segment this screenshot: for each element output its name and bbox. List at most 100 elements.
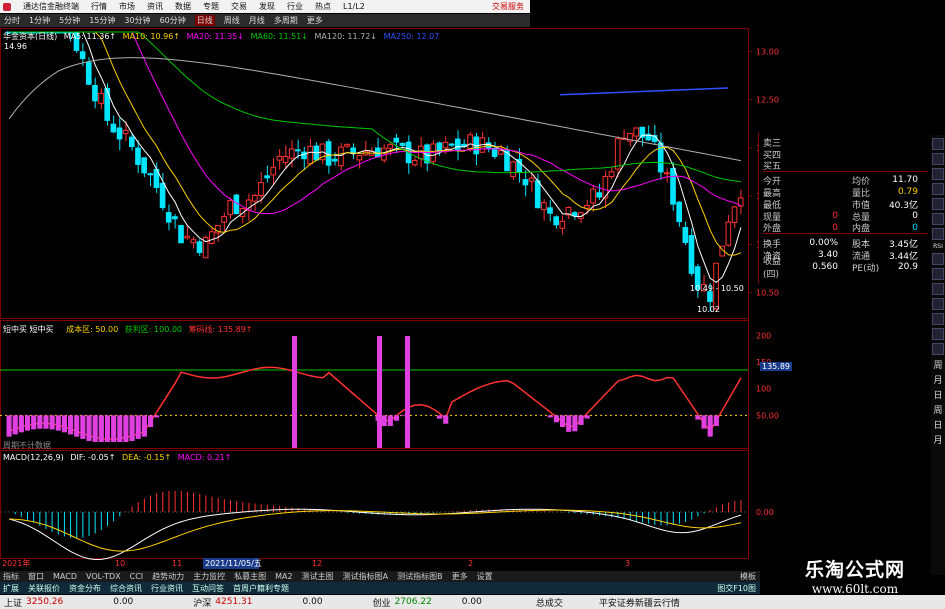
sh-index-change: 0.00 — [113, 597, 134, 607]
candle-body — [110, 123, 117, 133]
period-tool[interactable]: 日 — [931, 418, 945, 431]
tool-icon[interactable] — [932, 298, 944, 310]
candle-body — [116, 127, 123, 140]
candle-body — [510, 161, 516, 178]
info-tab[interactable]: 互动问答 — [192, 583, 224, 594]
candle-body — [725, 221, 732, 246]
quote-row: 最低 市值 40.3亿 — [763, 200, 918, 211]
template-tab[interactable]: 模板 — [740, 571, 760, 582]
tool-icon[interactable] — [932, 283, 944, 295]
tool-icon[interactable] — [932, 138, 944, 150]
info-tab[interactable]: 综合资讯 — [110, 583, 142, 594]
info-tab[interactable]: 关联报价 — [28, 583, 60, 594]
info-tab[interactable]: 扩展 — [3, 583, 19, 594]
period-tool[interactable]: 月 — [931, 373, 945, 386]
info-tab[interactable]: 行业资讯 — [151, 583, 183, 594]
candle-body — [288, 148, 295, 159]
candle-body — [688, 235, 695, 274]
candle-body — [122, 129, 129, 135]
ma-line — [9, 31, 741, 183]
indicator-tab[interactable]: 测试指标图A — [343, 571, 388, 582]
profit-label: 获利区: 100.00 — [124, 325, 183, 334]
tool-icon[interactable] — [932, 168, 944, 180]
dif-line — [8, 508, 742, 561]
indicator-tab[interactable]: MACD — [53, 572, 77, 581]
cost-label: 成本区: 50.00 — [66, 325, 119, 334]
tool-icon[interactable] — [932, 253, 944, 265]
tool-icon[interactable] — [932, 268, 944, 280]
dea-line — [9, 509, 742, 552]
indicator-tab[interactable]: MA2 — [275, 572, 292, 581]
candle-body — [651, 135, 658, 142]
candle-body — [104, 88, 111, 121]
low-price-label: 10.02 — [697, 305, 720, 314]
candle-body — [331, 158, 338, 162]
period-tool[interactable]: 日 — [931, 388, 945, 401]
period-tool[interactable]: 月 — [931, 433, 945, 446]
indicator-tab[interactable]: 指标 — [3, 571, 19, 582]
kline-chart[interactable]: 13.0012.5012.0011.5011.0010.50 200150100… — [0, 0, 945, 570]
tool-icon[interactable] — [932, 328, 944, 340]
sh-index-label[interactable]: 上证 — [4, 596, 22, 609]
tool-icon[interactable] — [932, 153, 944, 165]
candle-body — [590, 188, 596, 204]
indicator-tab[interactable]: 窗口 — [28, 571, 44, 582]
time-axis-label: 2 — [468, 559, 473, 568]
sh-index-value: 3250.26 — [26, 597, 64, 607]
ma10-label: MA10: 10.96↑ — [122, 32, 181, 41]
indicator-tab[interactable]: 更多 — [452, 571, 468, 582]
cy-index-change: 0.00 — [461, 597, 482, 607]
candle-body — [301, 151, 307, 160]
right-toolbar: RSI 周 月 日 周 日 月 — [931, 135, 945, 575]
info-tab[interactable]: 资金分布 — [69, 583, 101, 594]
sz-index-label[interactable]: 沪深 — [193, 596, 211, 609]
time-axis-label: 2021年 — [2, 558, 30, 568]
period-tool[interactable]: 周 — [931, 358, 945, 371]
tool-icon[interactable] — [932, 198, 944, 210]
f10-tab[interactable]: 图交F10图 — [717, 583, 760, 594]
candle-body — [393, 137, 400, 143]
range-label: 10.49 - 10.50 — [690, 284, 744, 293]
candle-body — [731, 206, 738, 223]
macd-value: MACD: 0.21↑ — [177, 453, 232, 462]
candle-body — [528, 177, 535, 182]
indicator-tab[interactable]: 测试指标图B — [397, 571, 443, 582]
tool-icon[interactable] — [932, 213, 944, 225]
candle-body — [387, 144, 393, 149]
indicator-tab[interactable]: 主力监控 — [193, 571, 225, 582]
indicator-tab[interactable]: 测试主图 — [302, 571, 334, 582]
indicator-tab[interactable]: 私募主图 — [234, 571, 266, 582]
bid-row: 买五 — [763, 160, 928, 172]
period-tool[interactable]: 周 — [931, 403, 945, 416]
tool-icon[interactable] — [932, 313, 944, 325]
rsi-tool[interactable]: RSI — [931, 243, 945, 250]
indicator-tab[interactable]: CCI — [130, 572, 144, 581]
indicator-tab[interactable]: 趋势动力 — [152, 571, 184, 582]
candle-body — [522, 179, 529, 186]
candle-body — [664, 172, 670, 175]
ma5-label: MA5: 11.36↑ — [63, 32, 117, 41]
tool-icon[interactable] — [932, 183, 944, 195]
indicator-tab[interactable]: 设置 — [477, 571, 493, 582]
ma120-label: MA120: 11.72↓ — [314, 32, 378, 41]
quote-row: 收益(四) 0.560 PE(动) 20.9 — [763, 257, 918, 280]
cy-index-label[interactable]: 创业 — [373, 596, 391, 609]
candle-body — [141, 157, 147, 174]
signal-bar — [377, 336, 382, 448]
candle-body — [295, 149, 301, 152]
candle-body — [79, 51, 86, 59]
candle-body — [135, 147, 141, 165]
high-price-label: 14.96 — [4, 42, 27, 51]
stock-name-label: 华金资本(日线) — [3, 32, 58, 41]
candle-body — [707, 291, 713, 303]
time-axis-label: 3 — [625, 559, 630, 568]
ma120-line — [8, 57, 742, 162]
tool-icon[interactable] — [932, 343, 944, 355]
indicator-tab[interactable]: VOL-TDX — [86, 572, 121, 581]
candle-body — [172, 216, 178, 220]
candle-body — [584, 204, 590, 209]
tool-icon[interactable] — [932, 228, 944, 240]
macd-legend: MACD(12,26,9) DIF: -0.05↑ DEA: -0.15↑ MA… — [3, 453, 231, 462]
macd-title: MACD(12,26,9) — [3, 453, 64, 462]
info-tab[interactable]: 首周户籍利专题 — [233, 583, 289, 594]
